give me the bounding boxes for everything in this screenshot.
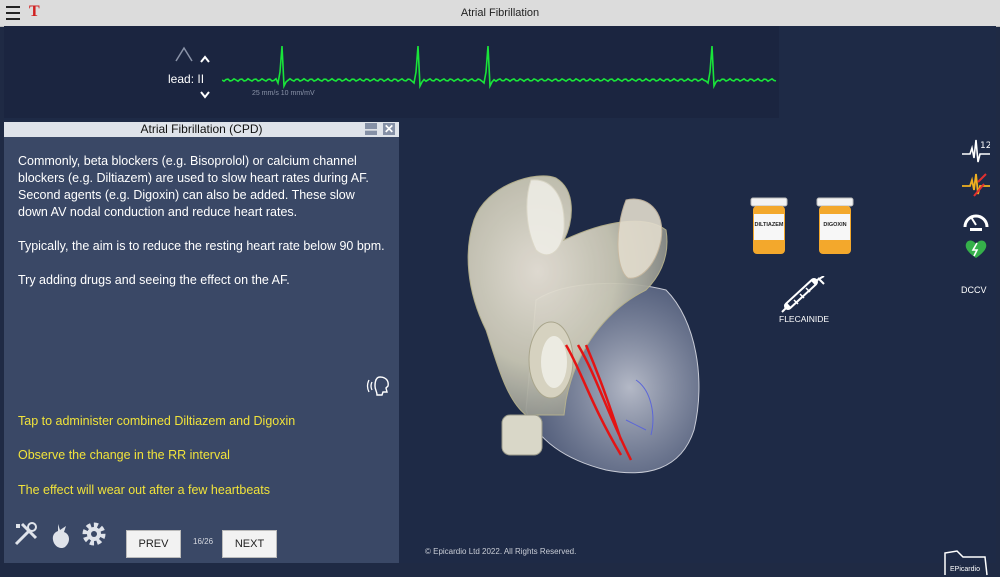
ecg-trace: [222, 45, 777, 90]
gear-icon[interactable]: [80, 520, 108, 548]
cpd-title: Atrial Fibrillation (CPD): [140, 122, 263, 136]
ecg-flash-icon[interactable]: [962, 172, 990, 198]
gauge-icon[interactable]: [962, 207, 990, 233]
window-title: Atrial Fibrillation: [460, 7, 540, 19]
brand-label: EPicardio: [950, 566, 980, 573]
close-button[interactable]: ✕: [383, 123, 395, 135]
lead-down-button[interactable]: [200, 90, 210, 102]
ecg-monitor: lead: II 25 mm/s 10 mm/mV: [4, 26, 779, 118]
caret-up-outline-icon: [175, 46, 193, 62]
ecg-scale: 25 mm/s 10 mm/mV: [252, 90, 315, 97]
administer-drugs-link[interactable]: Tap to administer combined Diltiazem and…: [18, 414, 295, 428]
heart-anatomy-icon[interactable]: [48, 520, 74, 550]
syringe-icon[interactable]: [774, 276, 830, 314]
cpd-paragraph: Typically, the aim is to reduce the rest…: [18, 239, 385, 253]
drug-label: DIGOXIN: [823, 222, 847, 228]
chevron-up-icon: [200, 55, 210, 63]
lead-up-button[interactable]: [200, 54, 210, 66]
heart-3d-model[interactable]: [456, 170, 716, 480]
diltiazem-bottle[interactable]: DILTIAZEM: [749, 196, 789, 261]
minimize-button[interactable]: —: [365, 123, 377, 135]
cpd-paragraph: Try adding drugs and seeing the effect o…: [18, 273, 290, 287]
drug-label: DILTIAZEM: [754, 222, 784, 228]
next-button[interactable]: NEXT: [222, 530, 277, 558]
effect-wear-text: The effect will wear out after a few hea…: [18, 483, 270, 497]
cpd-header: Atrial Fibrillation (CPD) — ✕: [4, 122, 399, 137]
main-stage: lead: II 25 mm/s 10 mm/mV Atrial Fibrill…: [4, 26, 996, 576]
svg-text:12: 12: [980, 141, 990, 151]
ecg-12-lead-icon[interactable]: 12: [962, 138, 990, 164]
defib-heart-icon[interactable]: [962, 238, 990, 260]
tools-icon[interactable]: [12, 520, 40, 548]
title-bar: T Atrial Fibrillation: [0, 0, 1000, 27]
copyright-text: © Epicardio Ltd 2022. All Rights Reserve…: [425, 547, 577, 556]
speaking-head-icon[interactable]: [366, 373, 392, 397]
cpd-paragraph: Commonly, beta blockers (e.g. Bisoprolol…: [18, 154, 369, 219]
digoxin-bottle[interactable]: DIGOXIN: [815, 196, 855, 261]
prev-button[interactable]: PREV: [126, 530, 181, 558]
cpd-text: Commonly, beta blockers (e.g. Bisoprolol…: [4, 137, 399, 289]
observe-rr-text: Observe the change in the RR interval: [18, 448, 230, 462]
page-indicator: 16/26: [193, 537, 214, 546]
cpd-panel: Atrial Fibrillation (CPD) — ✕ Commonly, …: [4, 122, 399, 563]
dccv-label[interactable]: DCCV: [961, 285, 987, 295]
lead-label: lead: II: [168, 72, 205, 86]
chevron-down-icon: [200, 91, 210, 99]
flecainide-label: FLECAINIDE: [779, 314, 830, 324]
